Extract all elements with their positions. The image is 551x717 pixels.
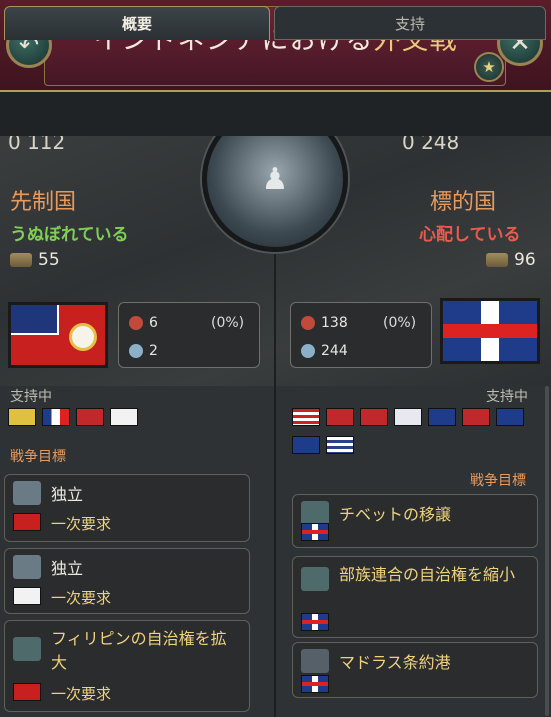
independence-icon (13, 555, 41, 579)
attacker-title: 先制国 (10, 190, 77, 215)
tab-bar (0, 92, 551, 136)
owner-flag (13, 513, 41, 531)
wargoal-demand: 一次要求 (51, 515, 112, 533)
wargoal-name: チベットの移譲 (339, 505, 452, 524)
owner-flag (13, 587, 41, 605)
target-supporter-flags (292, 408, 542, 458)
attacker-summary-partial: 0 112 (8, 136, 66, 154)
target-flag[interactable] (440, 298, 540, 364)
wargoal-name: 部族連合の自治権を縮小 (339, 565, 516, 584)
wargoal-name: マドラス条約港 (339, 653, 451, 672)
target-military-box: 138 (0%) 244 (290, 302, 432, 368)
supporter-flag[interactable] (326, 408, 354, 426)
attacker-wargoals-label: 戦争目標 (10, 449, 66, 465)
favorite-button[interactable]: ★ (474, 52, 504, 82)
wargoal-demand: 一次要求 (51, 589, 112, 607)
owner-flag (301, 523, 329, 541)
chess-icon: ♟ (261, 161, 289, 197)
attacker-flag[interactable] (8, 302, 108, 368)
tab-support[interactable]: 支持 (274, 6, 546, 40)
autonomy-icon (301, 567, 329, 591)
wargoal-card[interactable]: フィリピンの自治権を拡大 一次要求 (4, 620, 250, 712)
main-panel: 0 112 0 248 ♟ 先制国 標的国 うぬぼれている 心配している 55 … (0, 136, 551, 717)
prestige-icon (486, 253, 508, 267)
target-supporters-label: 支持中 (486, 389, 528, 405)
attacker-mood: うぬぼれている (10, 225, 129, 245)
wargoal-card[interactable]: 独立 一次要求 (4, 548, 250, 614)
owner-flag (301, 613, 329, 631)
supporter-flag[interactable] (8, 408, 36, 426)
independence-icon (13, 481, 41, 505)
supporter-flag[interactable] (326, 436, 354, 454)
attacker-prestige: 55 (10, 250, 60, 270)
supporter-flag[interactable] (292, 408, 320, 426)
soldier-icon (129, 316, 143, 330)
target-mood: 心配している (419, 225, 521, 245)
target-prestige: 96 (486, 250, 536, 270)
owner-flag (13, 683, 41, 701)
scrollbar[interactable] (545, 386, 549, 716)
supporter-flag[interactable] (360, 408, 388, 426)
prestige-icon (10, 253, 32, 267)
supporter-flag[interactable] (394, 408, 422, 426)
soldier-icon (301, 316, 315, 330)
target-wargoals-label: 戦争目標 (470, 473, 526, 489)
wargoal-name: フィリピンの自治権を拡大 (51, 629, 227, 672)
attacker-supporters-label: 支持中 (10, 389, 52, 405)
defense-icon (301, 344, 315, 358)
wargoal-name: 独立 (51, 485, 84, 504)
owner-flag (301, 675, 329, 693)
transfer-icon (301, 501, 329, 525)
supporter-flag[interactable] (496, 408, 524, 426)
wargoal-card[interactable]: マドラス条約港 (292, 642, 538, 698)
attacker-military-box: 6 (0%) 2 (118, 302, 260, 368)
attacker-supporter-flags (8, 408, 144, 430)
wargoal-card[interactable]: チベットの移譲 (292, 494, 538, 548)
defense-icon (129, 344, 143, 358)
supporter-flag[interactable] (42, 408, 70, 426)
supporter-flag[interactable] (110, 408, 138, 426)
wargoal-demand: 一次要求 (51, 685, 112, 703)
wargoal-name: 独立 (51, 559, 84, 578)
target-summary-partial: 0 248 (402, 136, 460, 154)
anchor-icon (301, 649, 329, 673)
supporter-flag[interactable] (292, 436, 320, 454)
autonomy-icon (13, 637, 41, 661)
supporter-flag[interactable] (462, 408, 490, 426)
supporter-flag[interactable] (428, 408, 456, 426)
wargoal-card[interactable]: 独立 一次要求 (4, 474, 250, 542)
wargoal-card[interactable]: 部族連合の自治権を縮小 (292, 556, 538, 638)
tab-overview[interactable]: 概要 (4, 6, 270, 40)
star-icon: ★ (482, 58, 496, 76)
target-title: 標的国 (430, 190, 497, 215)
supporter-flag[interactable] (76, 408, 104, 426)
